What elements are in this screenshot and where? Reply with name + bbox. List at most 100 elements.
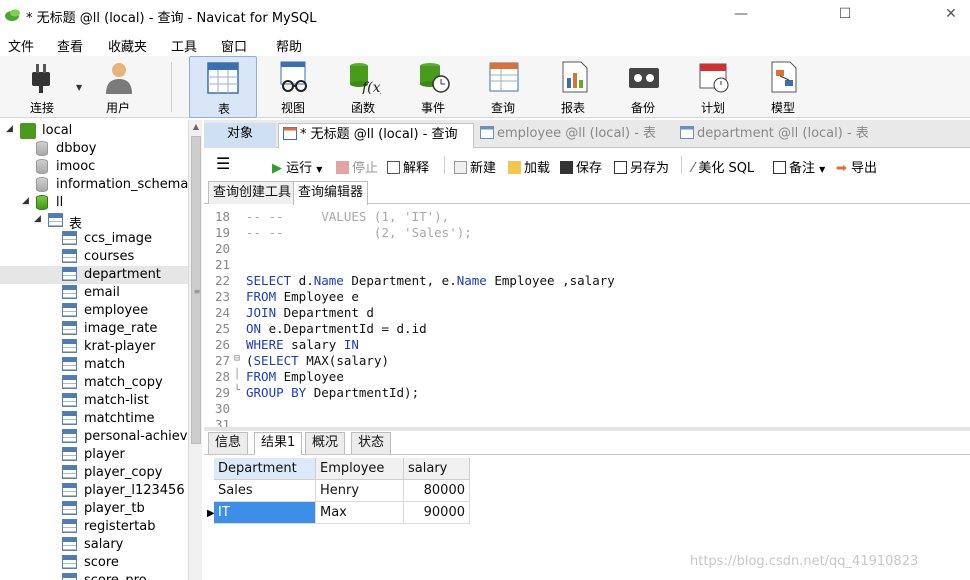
code-token: MAX(salary) bbox=[298, 353, 389, 368]
tab-query-editor[interactable]: 查询编辑器 bbox=[293, 181, 369, 205]
tree-database[interactable]: information_schema bbox=[0, 176, 188, 194]
tab-result1[interactable]: 结果1 bbox=[254, 432, 303, 455]
table-button[interactable]: 表 bbox=[189, 56, 257, 118]
query-mode-tabs: 查询创建工具 查询编辑器 bbox=[204, 180, 970, 205]
menu-window[interactable]: 窗口 bbox=[221, 36, 247, 55]
tab-department-table[interactable]: department @ll (local) - 表 bbox=[676, 123, 876, 148]
minimize-button[interactable]: — bbox=[726, 4, 756, 24]
collapse-arrow-icon[interactable]: ◢ bbox=[6, 124, 16, 134]
column-header[interactable]: Department bbox=[214, 458, 316, 480]
tree-connection-local[interactable]: ◢ local bbox=[0, 122, 188, 140]
table-label: 表 bbox=[217, 102, 230, 116]
tree-table-item[interactable]: department bbox=[0, 266, 188, 284]
tree-table-item[interactable]: registertab bbox=[0, 518, 188, 536]
grid-cell[interactable]: 90000 bbox=[404, 502, 470, 524]
grid-cell[interactable]: Sales bbox=[214, 480, 316, 502]
tree-table-item[interactable]: player_l123456 bbox=[0, 482, 188, 500]
navigation-tree[interactable]: ◢ local dbboy imooc information_schema ◢… bbox=[0, 120, 188, 580]
comment-dropdown-icon[interactable]: ▼ bbox=[819, 165, 825, 174]
view-button[interactable]: 视图 bbox=[261, 56, 325, 118]
calendar-clock-icon bbox=[699, 63, 729, 93]
report-button[interactable]: 报表 bbox=[541, 56, 605, 118]
tree-table-item[interactable]: player bbox=[0, 446, 188, 464]
tab-employee-table[interactable]: employee @ll (local) - 表 bbox=[476, 123, 672, 148]
tree-table-item[interactable]: match-list bbox=[0, 392, 188, 410]
tree-table-item[interactable]: score_pro bbox=[0, 572, 188, 580]
close-button[interactable]: ✕ bbox=[936, 4, 966, 24]
menu-hamburger-icon[interactable]: ☰ bbox=[216, 154, 230, 173]
scrollbar-thumb[interactable]: ≡ bbox=[191, 136, 201, 444]
column-header[interactable]: salary bbox=[404, 458, 470, 480]
tree-table-item[interactable]: ccs_image bbox=[0, 230, 188, 248]
tree-tables-folder[interactable]: ◢ 表 bbox=[0, 212, 188, 232]
schedule-button[interactable]: 计划 bbox=[681, 56, 745, 118]
line-number: 27 bbox=[214, 353, 230, 368]
maximize-button[interactable]: ☐ bbox=[830, 4, 860, 24]
connect-button[interactable]: 连接 bbox=[10, 56, 74, 118]
table-icon bbox=[62, 501, 77, 515]
model-button[interactable]: 模型 bbox=[751, 56, 815, 118]
tree-table-item[interactable]: krat-player bbox=[0, 338, 188, 356]
tree-table-item[interactable]: match bbox=[0, 356, 188, 374]
save-button[interactable]: 保存 bbox=[560, 157, 602, 176]
fold-marker[interactable]: ⊟ bbox=[234, 353, 244, 364]
run-button[interactable]: ▶ 运行 ▼ bbox=[272, 157, 322, 176]
sql-editor[interactable]: 18 -- -- VALUES (1, 'IT'), 19 -- -- (2, 'Sa… bbox=[204, 205, 970, 427]
navicat-logo-icon bbox=[5, 9, 20, 21]
run-dropdown-icon[interactable]: ▼ bbox=[316, 165, 322, 174]
beautify-sql-button[interactable]: ⁄ 美化 SQL bbox=[692, 157, 754, 176]
connect-dropdown-icon[interactable]: ▼ bbox=[76, 83, 82, 92]
collapse-arrow-icon[interactable]: ◢ bbox=[34, 214, 44, 224]
tree-table-item[interactable]: courses bbox=[0, 248, 188, 266]
explain-button[interactable]: 解释 bbox=[387, 157, 429, 176]
query-button[interactable]: 查询 bbox=[471, 56, 535, 118]
menu-tools[interactable]: 工具 bbox=[171, 36, 197, 55]
tab-profile[interactable]: 概况 bbox=[305, 432, 346, 454]
new-button[interactable]: 新建 bbox=[454, 157, 496, 176]
function-button[interactable]: f(x) 函数 bbox=[331, 56, 395, 118]
menu-view[interactable]: 查看 bbox=[57, 36, 83, 55]
table-icon bbox=[62, 339, 77, 353]
grid-cell[interactable]: Henry bbox=[316, 480, 404, 502]
grid-cell[interactable]: Max bbox=[316, 502, 404, 524]
tree-table-item[interactable]: matchtime bbox=[0, 410, 188, 428]
tree-table-item[interactable]: email bbox=[0, 284, 188, 302]
tree-table-item[interactable]: match_copy bbox=[0, 374, 188, 392]
tree-database-open[interactable]: ◢ ll bbox=[0, 194, 188, 212]
main-toolbar: 连接 ▼ 用户 表 视图 f(x 函数 事件 查询 报表 备份 计划 模型 bbox=[0, 56, 970, 118]
watermark: https://blog.csdn.net/qq_41910823 bbox=[690, 554, 919, 569]
tree-database[interactable]: dbboy bbox=[0, 140, 188, 158]
tree-database[interactable]: imooc bbox=[0, 158, 188, 176]
user-button[interactable]: 用户 bbox=[86, 56, 150, 118]
tree-table-item[interactable]: player_copy bbox=[0, 464, 188, 482]
tab-query-builder[interactable]: 查询创建工具 bbox=[208, 181, 297, 204]
menu-favorites[interactable]: 收藏夹 bbox=[108, 36, 147, 55]
tree-scrollbar[interactable]: ▲ ≡ bbox=[188, 120, 202, 580]
tree-table-item[interactable]: score bbox=[0, 554, 188, 572]
grid-cell[interactable]: 80000 bbox=[404, 480, 470, 502]
tab-info[interactable]: 信息 bbox=[208, 432, 249, 454]
tab-objects[interactable]: 对象 bbox=[204, 123, 276, 148]
tab-status[interactable]: 状态 bbox=[351, 432, 392, 454]
event-button[interactable]: 事件 bbox=[401, 56, 465, 118]
tab-query[interactable]: * 无标题 @ll (local) - 查询 bbox=[278, 123, 474, 148]
tree-table-item[interactable]: player_tb bbox=[0, 500, 188, 518]
scroll-up-icon[interactable]: ▲ bbox=[189, 122, 203, 134]
column-header[interactable]: Employee bbox=[316, 458, 404, 480]
load-button[interactable]: 加载 bbox=[508, 157, 550, 176]
export-button[interactable]: ➡ 导出 bbox=[836, 157, 877, 176]
tree-table-item[interactable]: employee bbox=[0, 302, 188, 320]
menu-help[interactable]: 帮助 bbox=[276, 36, 302, 55]
tree-table-item[interactable]: image_rate bbox=[0, 320, 188, 338]
menu-file[interactable]: 文件 bbox=[8, 36, 34, 55]
event-label: 事件 bbox=[420, 101, 445, 115]
save-as-button[interactable]: 另存为 bbox=[614, 157, 669, 176]
comment-button[interactable]: 备注 ▼ bbox=[773, 157, 825, 176]
tree-table-item[interactable]: personal-achiever bbox=[0, 428, 188, 446]
backup-button[interactable]: 备份 bbox=[611, 56, 675, 118]
collapse-arrow-icon[interactable]: ◢ bbox=[22, 196, 32, 206]
stop-button[interactable]: 停止 bbox=[336, 157, 378, 176]
fold-marker: └ bbox=[234, 385, 241, 396]
tree-table-item[interactable]: salary bbox=[0, 536, 188, 554]
grid-cell-selected[interactable]: IT bbox=[214, 502, 316, 524]
